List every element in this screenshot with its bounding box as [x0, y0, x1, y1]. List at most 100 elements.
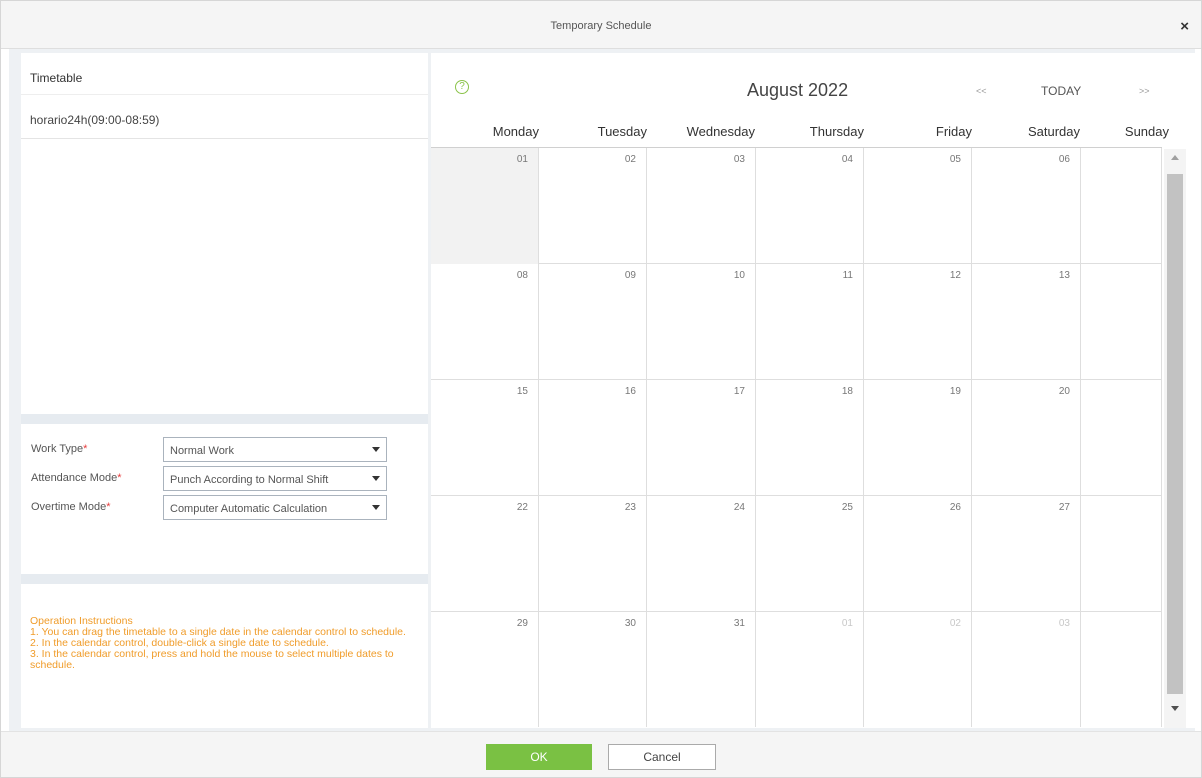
calendar-day-cell[interactable]: 16	[539, 380, 647, 496]
calendar-day-cell[interactable]: 12	[864, 264, 972, 380]
prev-month-button[interactable]: <<	[976, 86, 987, 96]
calendar-day-cell[interactable]: 13	[972, 264, 1081, 380]
calendar-day-cell[interactable]: 22	[431, 496, 539, 612]
calendar-day-cell[interactable]: 05	[864, 148, 972, 264]
calendar-day-cell[interactable]: 02	[864, 612, 972, 727]
weekday-header: Monday Tuesday Wednesday Thursday Friday…	[431, 124, 1171, 148]
day-number: 18	[841, 386, 853, 397]
left-panel: Timetable horario24h(09:00-08:59) Work T…	[21, 53, 428, 728]
calendar-scrollbar[interactable]	[1164, 149, 1186, 728]
overtime-mode-label: Overtime Mode*	[31, 501, 111, 513]
operation-instructions: Operation Instructions 1. You can drag t…	[30, 616, 425, 671]
temporary-schedule-dialog: Temporary Schedule × Timetable horario24…	[0, 0, 1202, 778]
help-icon[interactable]: ?	[455, 80, 469, 94]
work-type-row: Work Type* Normal Work	[21, 437, 428, 463]
day-number: 22	[516, 502, 528, 513]
work-type-select[interactable]: Normal Work	[163, 437, 387, 462]
dialog-title: Temporary Schedule	[550, 20, 652, 32]
overtime-mode-value: Computer Automatic Calculation	[170, 503, 328, 515]
required-mark: *	[83, 443, 88, 455]
attendance-mode-value: Punch According to Normal Shift	[170, 474, 329, 486]
calendar-grid: 01 02 03 04 05 06 08 09 10 11 12 13 15 16 17 18 19 20 22 23…	[431, 147, 1162, 727]
calendar-day-cell[interactable]	[1081, 264, 1162, 380]
day-number: 31	[733, 618, 745, 629]
close-icon[interactable]: ×	[1180, 19, 1189, 34]
calendar-day-cell[interactable]: 29	[431, 612, 539, 727]
calendar-day-cell[interactable]	[1081, 148, 1162, 264]
day-number: 03	[733, 154, 745, 165]
day-number: 19	[949, 386, 961, 397]
calendar-day-cell[interactable]	[1081, 380, 1162, 496]
calendar-week-row: 15 16 17 18 19 20	[431, 380, 1162, 496]
calendar-panel: ? August 2022 << TODAY >> Monday Tuesday…	[431, 53, 1195, 728]
overtime-mode-select[interactable]: Computer Automatic Calculation	[163, 495, 387, 520]
scrollbar-thumb[interactable]	[1167, 174, 1183, 694]
calendar-week-row: 01 02 03 04 05 06	[431, 148, 1162, 264]
ok-button[interactable]: OK	[486, 744, 592, 770]
next-month-button[interactable]: >>	[1139, 86, 1150, 96]
calendar-day-cell[interactable]: 27	[972, 496, 1081, 612]
timetable-header-label: Timetable	[30, 71, 83, 85]
scroll-up-icon[interactable]	[1171, 155, 1179, 160]
weekday-friday: Friday	[935, 124, 972, 139]
day-number: 20	[1058, 386, 1070, 397]
day-number: 02	[949, 618, 961, 629]
calendar-day-cell[interactable]: 11	[756, 264, 864, 380]
calendar-week-row: 29 30 31 01 02 03	[431, 612, 1162, 727]
instruction-line: 3. In the calendar control, press and ho…	[30, 648, 394, 671]
weekday-monday: Monday	[492, 124, 539, 139]
calendar-day-cell[interactable]: 02	[539, 148, 647, 264]
calendar-day-cell[interactable]: 25	[756, 496, 864, 612]
calendar-day-cell[interactable]: 08	[431, 264, 539, 380]
calendar-day-cell[interactable]: 23	[539, 496, 647, 612]
weekday-tuesday: Tuesday	[597, 124, 647, 139]
day-number: 11	[842, 270, 853, 281]
dialog-footer: OK Cancel	[1, 731, 1201, 777]
calendar-day-cell[interactable]	[1081, 612, 1162, 727]
calendar-day-cell[interactable]: 30	[539, 612, 647, 727]
calendar-day-cell[interactable]: 03	[647, 148, 756, 264]
day-number: 26	[949, 502, 961, 513]
calendar-day-cell[interactable]: 20	[972, 380, 1081, 496]
calendar-day-cell[interactable]: 18	[756, 380, 864, 496]
calendar-week-row: 22 23 24 25 26 27	[431, 496, 1162, 612]
section-divider	[21, 414, 428, 424]
calendar-day-cell[interactable]: 26	[864, 496, 972, 612]
overtime-mode-row: Overtime Mode* Computer Automatic Calcul…	[21, 495, 428, 521]
cancel-button[interactable]: Cancel	[608, 744, 716, 770]
day-number: 06	[1058, 154, 1070, 165]
attendance-mode-row: Attendance Mode* Punch According to Norm…	[21, 466, 428, 492]
today-button[interactable]: TODAY	[1041, 84, 1081, 98]
day-number: 10	[733, 270, 745, 281]
day-number: 30	[624, 618, 636, 629]
calendar-day-cell[interactable]: 06	[972, 148, 1081, 264]
timetable-item[interactable]: horario24h(09:00-08:59)	[21, 95, 428, 139]
calendar-day-cell[interactable]: 09	[539, 264, 647, 380]
day-number: 15	[516, 386, 528, 397]
day-number: 08	[516, 270, 528, 281]
calendar-day-cell[interactable]: 03	[972, 612, 1081, 727]
day-number: 24	[733, 502, 745, 513]
attendance-mode-select[interactable]: Punch According to Normal Shift	[163, 466, 387, 491]
month-title: August 2022	[747, 80, 849, 100]
timetable-item-label: horario24h(09:00-08:59)	[30, 113, 160, 127]
calendar-day-cell[interactable]: 19	[864, 380, 972, 496]
calendar-day-cell[interactable]: 31	[647, 612, 756, 727]
calendar-day-cell[interactable]: 17	[647, 380, 756, 496]
calendar-day-cell[interactable]: 04	[756, 148, 864, 264]
weekday-sunday: Sunday	[1124, 124, 1169, 139]
calendar-day-cell[interactable]: 15	[431, 380, 539, 496]
day-number: 16	[624, 386, 636, 397]
calendar-day-cell[interactable]: 24	[647, 496, 756, 612]
calendar-day-cell[interactable]: 01	[756, 612, 864, 727]
chevron-down-icon	[372, 476, 380, 481]
scroll-down-icon[interactable]	[1171, 706, 1179, 711]
day-number: 25	[841, 502, 853, 513]
day-number: 01	[516, 154, 528, 165]
calendar-day-cell[interactable]	[1081, 496, 1162, 612]
day-number: 01	[841, 618, 853, 629]
day-number: 17	[733, 386, 745, 397]
calendar-day-cell[interactable]: 01	[431, 148, 539, 264]
calendar-day-cell[interactable]: 10	[647, 264, 756, 380]
day-number: 03	[1058, 618, 1070, 629]
